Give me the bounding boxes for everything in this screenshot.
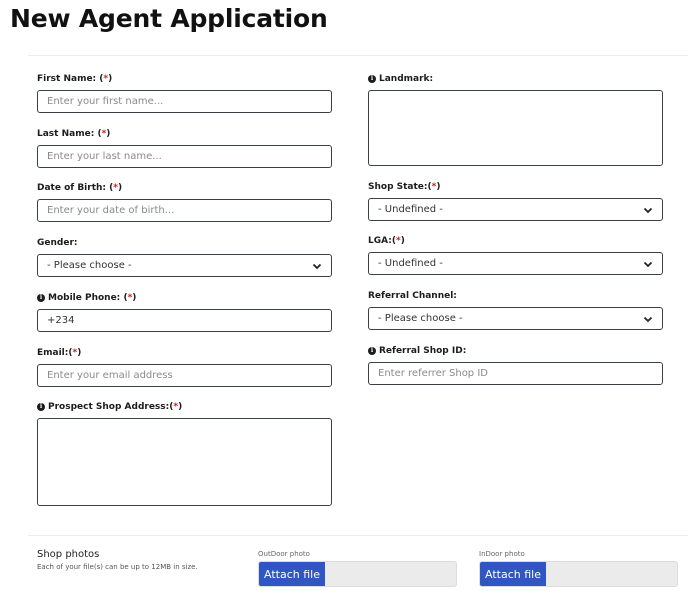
- landmark-field: i Landmark:: [368, 72, 663, 166]
- placeholder: Enter referrer Shop ID: [378, 368, 488, 379]
- referral-shop-id-label: i Referral Shop ID:: [368, 344, 663, 358]
- shop-state-label: Shop State: (*): [368, 180, 663, 194]
- input-value: +234: [47, 315, 75, 326]
- label-text: Email:: [37, 348, 69, 358]
- required-marker: (*): [169, 402, 183, 412]
- label-text: Date of Birth:: [37, 183, 107, 193]
- referral-channel-label: Referral Channel:: [368, 289, 663, 303]
- required-marker: (*): [68, 348, 82, 358]
- info-circle-icon[interactable]: i: [368, 347, 376, 355]
- page-title: New Agent Application: [10, 4, 328, 33]
- label-text: Landmark:: [379, 74, 434, 84]
- referral-shop-id-field: i Referral Shop ID: Enter referrer Shop I…: [368, 344, 663, 385]
- selected-value: - Please choose -: [47, 260, 132, 271]
- chevron-down-icon: [643, 207, 653, 213]
- dob-input[interactable]: Enter your date of birth...: [37, 199, 332, 222]
- label-text: Mobile Phone:: [48, 293, 121, 303]
- shop-photos-subtitle: Each of your file(s) can be up to 12MB i…: [37, 563, 198, 571]
- indoor-attach-file-button[interactable]: Attach file: [480, 562, 546, 586]
- landmark-label: i Landmark:: [368, 72, 663, 86]
- placeholder: Enter your last name...: [47, 151, 162, 162]
- photos-divider: [28, 535, 688, 536]
- chevron-down-icon: [643, 316, 653, 322]
- placeholder: Enter your email address: [47, 370, 173, 381]
- label-text: First Name:: [37, 74, 97, 84]
- last-name-field: Last Name: (*) Enter your last name...: [37, 127, 332, 168]
- lga-select[interactable]: - Undefined -: [368, 252, 663, 275]
- indoor-photo-dropzone[interactable]: Attach file: [479, 561, 678, 587]
- required-marker: (*): [391, 236, 405, 246]
- info-circle-icon[interactable]: i: [368, 75, 376, 83]
- outdoor-photo-dropzone[interactable]: Attach file: [258, 561, 457, 587]
- label-text: Last Name:: [37, 129, 95, 139]
- mobile-phone-label: i Mobile Phone: (*): [37, 291, 332, 305]
- label-text: LGA:: [368, 236, 392, 246]
- referral-channel-field: Referral Channel: - Please choose -: [368, 289, 663, 330]
- referral-shop-id-input[interactable]: Enter referrer Shop ID: [368, 362, 663, 385]
- dob-field: Date of Birth: (*) Enter your date of bi…: [37, 181, 332, 222]
- mobile-phone-field: i Mobile Phone: (*) +234: [37, 291, 332, 332]
- shop-address-field: i Prospect Shop Address: (*): [37, 400, 332, 506]
- mobile-phone-input[interactable]: +234: [37, 309, 332, 332]
- label-text: Gender:: [37, 238, 78, 248]
- last-name-input[interactable]: Enter your last name...: [37, 145, 332, 168]
- shop-address-label: i Prospect Shop Address: (*): [37, 400, 332, 414]
- dob-label: Date of Birth: (*): [37, 181, 332, 195]
- required-marker: (*): [99, 74, 113, 84]
- gender-field: Gender: - Please choose -: [37, 236, 332, 277]
- first-name-input[interactable]: Enter your first name...: [37, 90, 332, 113]
- landmark-textarea[interactable]: [368, 90, 663, 166]
- placeholder: Enter your date of birth...: [47, 205, 175, 216]
- referral-channel-select[interactable]: - Please choose -: [368, 307, 663, 330]
- email-field: Email: (*) Enter your email address: [37, 346, 332, 387]
- gender-select[interactable]: - Please choose -: [37, 254, 332, 277]
- lga-field: LGA: (*) - Undefined -: [368, 234, 663, 275]
- email-input[interactable]: Enter your email address: [37, 364, 332, 387]
- placeholder: Enter your first name...: [47, 96, 164, 107]
- outdoor-photo-upload: OutDoor photo Attach file: [258, 549, 457, 587]
- outdoor-photo-label: OutDoor photo: [258, 550, 310, 558]
- shop-state-field: Shop State: (*) - Undefined -: [368, 180, 663, 221]
- last-name-label: Last Name: (*): [37, 127, 332, 141]
- shop-photos-title: Shop photos: [37, 549, 100, 560]
- label-text: Referral Shop ID:: [379, 346, 467, 356]
- first-name-label: First Name: (*): [37, 72, 332, 86]
- required-marker: (*): [97, 129, 111, 139]
- required-marker: (*): [123, 293, 137, 303]
- email-label: Email: (*): [37, 346, 332, 360]
- selected-value: - Undefined -: [378, 204, 443, 215]
- selected-value: - Undefined -: [378, 258, 443, 269]
- shop-address-textarea[interactable]: [37, 418, 332, 506]
- required-marker: (*): [109, 183, 123, 193]
- label-text: Prospect Shop Address:: [48, 402, 170, 412]
- info-circle-icon[interactable]: i: [37, 403, 45, 411]
- info-circle-icon[interactable]: i: [37, 294, 45, 302]
- selected-value: - Please choose -: [378, 313, 463, 324]
- outdoor-attach-file-button[interactable]: Attach file: [259, 562, 325, 586]
- header-divider: [28, 55, 688, 56]
- chevron-down-icon: [643, 261, 653, 267]
- label-text: Shop State:: [368, 182, 428, 192]
- first-name-field: First Name: (*) Enter your first name...: [37, 72, 332, 113]
- gender-label: Gender:: [37, 236, 332, 250]
- required-marker: (*): [427, 182, 441, 192]
- indoor-photo-label: InDoor photo: [479, 550, 525, 558]
- shop-state-select[interactable]: - Undefined -: [368, 198, 663, 221]
- indoor-photo-upload: InDoor photo Attach file: [479, 549, 678, 587]
- lga-label: LGA: (*): [368, 234, 663, 248]
- chevron-down-icon: [312, 263, 322, 269]
- label-text: Referral Channel:: [368, 291, 457, 301]
